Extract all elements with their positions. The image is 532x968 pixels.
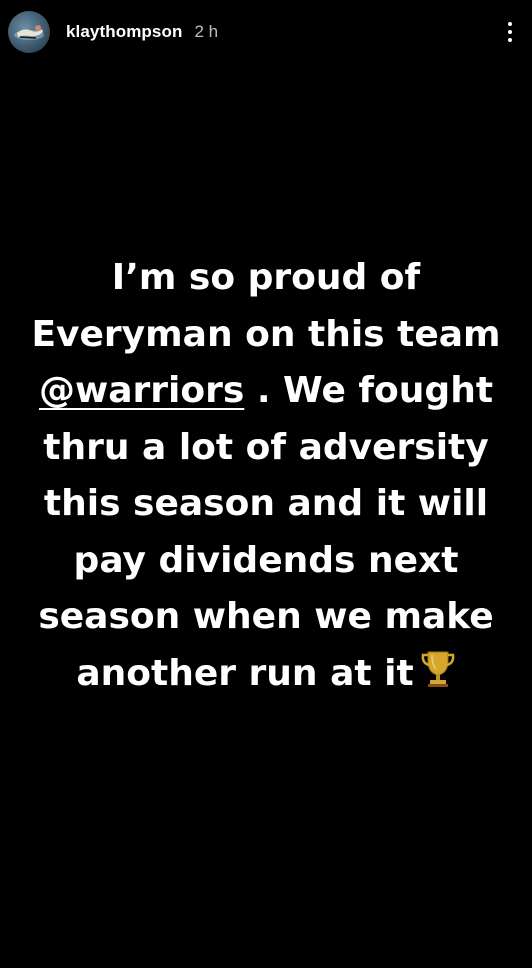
username[interactable]: klaythompson xyxy=(66,22,182,42)
story-header: klaythompson 2 h xyxy=(8,10,520,54)
trophy-graphic xyxy=(421,651,455,687)
story-caption: I’m so proud of Everyman on this team @w… xyxy=(30,250,502,706)
mention-link[interactable]: @warriors xyxy=(39,370,244,411)
more-dot xyxy=(508,30,512,34)
caption-text-end: . We fought thru a lot of adversity this… xyxy=(38,370,494,694)
more-vertical-icon[interactable] xyxy=(500,17,520,47)
more-dot xyxy=(508,22,512,26)
caption-text-start: I’m so proud of Everyman on this team xyxy=(31,257,501,355)
timestamp: 2 h xyxy=(194,22,219,41)
trophy-icon xyxy=(420,649,456,707)
profile-avatar[interactable] xyxy=(8,11,50,53)
more-dot xyxy=(508,38,512,42)
avatar-image xyxy=(14,25,44,40)
